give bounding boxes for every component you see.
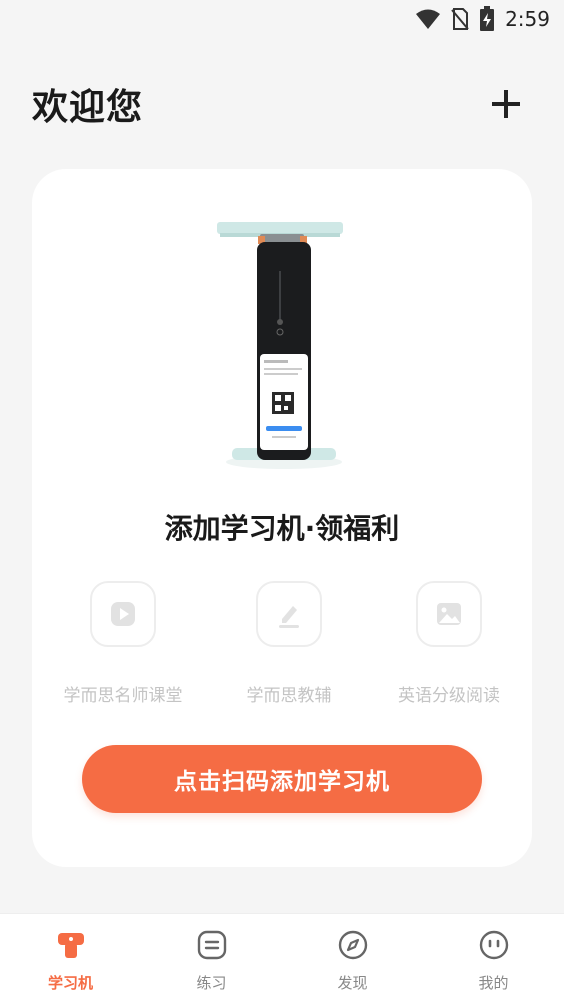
profile-face-icon — [477, 928, 511, 962]
header: 欢迎您 — [0, 70, 564, 134]
edit-icon — [256, 581, 322, 647]
tab-label: 学习机 — [47, 974, 93, 992]
tab-learning-device[interactable]: 学习机 — [0, 914, 141, 1003]
bottom-tab-bar: 学习机 练习 发现 我的 — [0, 913, 564, 1003]
wifi-icon — [415, 8, 441, 30]
page-title: 欢迎您 — [32, 87, 144, 128]
tab-mine[interactable]: 我的 — [423, 914, 564, 1003]
tab-practice[interactable]: 练习 — [141, 914, 282, 1003]
battery-charging-icon — [479, 6, 495, 32]
tab-label: 我的 — [478, 974, 509, 992]
scan-add-device-button[interactable]: 点击扫码添加学习机 — [82, 745, 482, 813]
compass-icon — [336, 928, 370, 962]
feature-label: 学而思教辅 — [246, 686, 332, 706]
card-title: 添加学习机·领福利 — [164, 512, 400, 545]
status-time: 2:59 — [505, 7, 550, 31]
tab-discover[interactable]: 发现 — [282, 914, 423, 1003]
feature-list: 学而思名师课堂 学而思教辅 英语分级阅读 — [32, 581, 532, 706]
practice-icon — [195, 928, 229, 962]
tab-label: 练习 — [196, 974, 227, 992]
status-bar: 2:59 — [0, 0, 564, 38]
image-icon — [416, 581, 482, 647]
add-button[interactable] — [486, 84, 526, 124]
learning-device-icon — [54, 928, 88, 962]
add-device-card: 添加学习机·领福利 学而思名师课堂 学而思教辅 英语分级阅读 点击扫码添加学习机 — [32, 169, 532, 867]
tab-label: 发现 — [337, 974, 368, 992]
plus-icon — [492, 90, 520, 118]
feature-item-textbook: 学而思教辅 — [209, 581, 369, 706]
feature-item-english-reading: 英语分级阅读 — [369, 581, 529, 706]
learning-device-image — [217, 222, 343, 469]
play-icon — [90, 581, 156, 647]
no-sim-icon — [451, 7, 469, 31]
feature-label: 学而思名师课堂 — [63, 686, 183, 706]
feature-label: 英语分级阅读 — [398, 686, 500, 706]
feature-item-teacher-class: 学而思名师课堂 — [43, 581, 203, 706]
